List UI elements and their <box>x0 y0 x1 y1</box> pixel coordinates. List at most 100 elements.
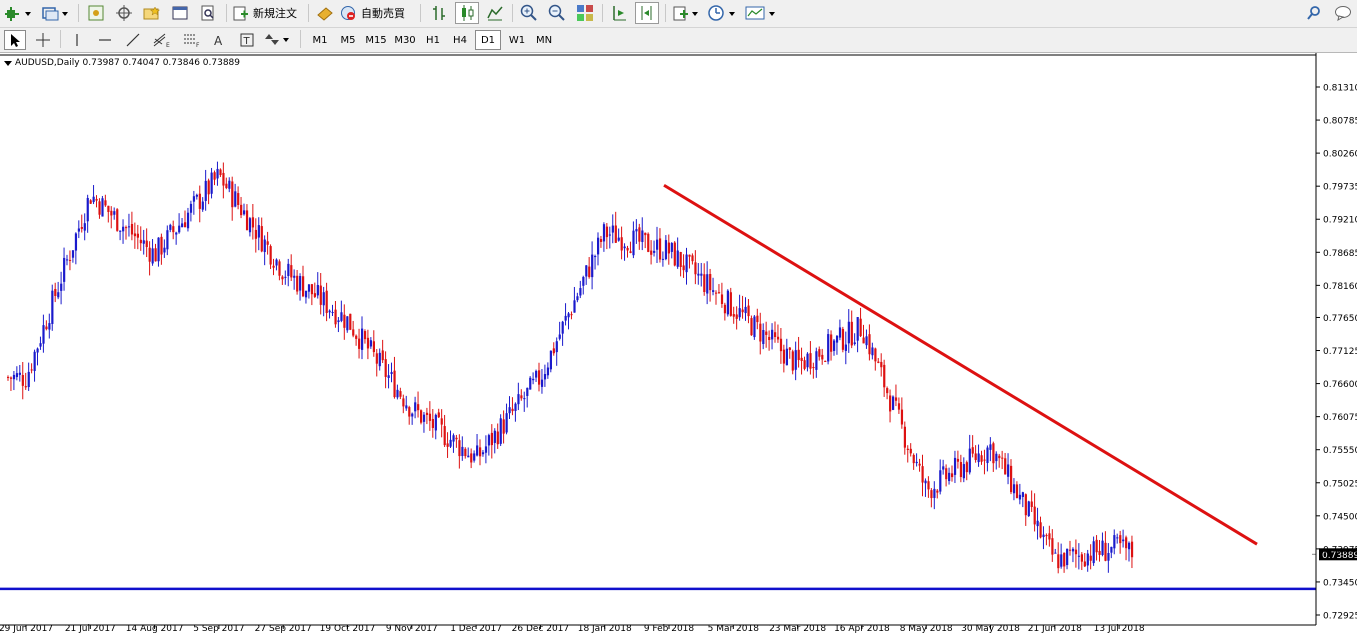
candle-body <box>39 343 42 347</box>
candle-body <box>366 337 370 349</box>
candle-body <box>685 254 688 273</box>
candle-body <box>1057 554 1060 569</box>
candle-body <box>1033 506 1036 525</box>
text-label-tool-button[interactable]: T <box>236 30 258 50</box>
candle-body <box>27 371 30 388</box>
candle-body <box>903 426 906 448</box>
candle-body <box>92 196 95 203</box>
text-tool-button[interactable]: A <box>208 30 230 50</box>
candle-body <box>827 334 830 362</box>
candle-body <box>216 168 219 179</box>
candle-body <box>974 453 977 461</box>
timeframe-w1[interactable]: W1 <box>504 30 530 50</box>
fibonacci-tool-button[interactable]: F <box>180 30 204 50</box>
candle-body <box>673 242 676 266</box>
zoom-out-button[interactable] <box>546 2 568 24</box>
auto-trading-button[interactable]: 自動売買 <box>340 2 412 24</box>
timeframe-m15[interactable]: M15 <box>362 30 390 50</box>
resistance-trendline[interactable] <box>663 183 1258 546</box>
profiles-button[interactable] <box>40 2 70 24</box>
candle-body <box>912 454 915 464</box>
candle-body <box>337 320 340 323</box>
candle-body <box>682 265 685 271</box>
candle-body <box>307 284 311 292</box>
market-watch-button[interactable] <box>86 2 106 24</box>
candle-body <box>1086 553 1089 566</box>
trendline-tool-button[interactable] <box>122 30 144 50</box>
candle-body <box>859 318 862 337</box>
bar-chart-button[interactable] <box>428 2 450 24</box>
vertical-line-tool-button[interactable] <box>66 30 88 50</box>
candle-body <box>555 341 558 353</box>
favorites-button[interactable] <box>142 2 162 24</box>
candle-body <box>753 316 756 338</box>
line-chart-button[interactable] <box>484 2 506 24</box>
ohlc-values: 0.73987 0.74047 0.73846 0.73889 <box>82 58 240 68</box>
candle-body <box>15 373 19 378</box>
candle-body <box>726 290 729 315</box>
candle-body <box>620 237 623 251</box>
search-button[interactable] <box>1304 2 1324 24</box>
strategy-tester-button[interactable] <box>198 2 218 24</box>
candle-body <box>968 448 971 473</box>
timeframe-d1[interactable]: D1 <box>475 30 501 50</box>
horizontal-line-icon <box>99 39 111 41</box>
candle-body <box>322 292 325 306</box>
timeframe-mn[interactable]: MN <box>531 30 557 50</box>
candle-body <box>390 372 393 375</box>
candle-body <box>738 308 741 318</box>
periods-button[interactable] <box>706 2 738 24</box>
candle-body <box>319 285 322 305</box>
tile-windows-button[interactable] <box>574 2 596 24</box>
timeframe-m1[interactable]: M1 <box>307 30 333 50</box>
timeframe-h1[interactable]: H1 <box>420 30 446 50</box>
zoom-in-icon <box>520 4 537 21</box>
candle-body <box>313 293 316 297</box>
zoom-in-button[interactable] <box>518 2 540 24</box>
candle-body <box>449 439 452 447</box>
drawing-toolbar: E F A T M1 M5 M15 M30 H1 H4 D1 W1 MN <box>0 28 1357 53</box>
candle-body <box>425 412 429 415</box>
candle-body <box>1089 555 1092 561</box>
cursor-tool-button[interactable] <box>4 30 26 50</box>
timeframe-h4[interactable]: H4 <box>447 30 473 50</box>
chat-button[interactable] <box>1332 2 1354 24</box>
arrows-tool-button[interactable] <box>262 30 294 50</box>
navigator-button[interactable] <box>114 2 134 24</box>
templates-button[interactable] <box>744 2 778 24</box>
candle-body <box>387 375 390 378</box>
candle-body <box>349 313 352 330</box>
candle-body <box>597 237 600 255</box>
vertical-line-icon <box>76 34 78 46</box>
candle-body <box>1036 520 1039 527</box>
indicators-button[interactable] <box>671 2 701 24</box>
price-chart[interactable]: 0.73889 0.81310 0.80785 0.80260 0.79735 0.79… <box>0 53 1357 641</box>
candle-body <box>594 256 597 258</box>
candle-body <box>650 250 653 255</box>
candle-body <box>712 290 715 292</box>
auto-trading-label: 自動売買 <box>361 7 405 20</box>
timeframe-m30[interactable]: M30 <box>391 30 419 50</box>
dropdown-triangle-icon[interactable] <box>4 59 12 67</box>
auto-scroll-button[interactable] <box>635 2 659 24</box>
crosshair-tool-button[interactable] <box>32 30 54 50</box>
candle-body <box>894 397 898 401</box>
new-order-button[interactable]: 新規注文 <box>232 2 304 24</box>
candle-body <box>440 418 443 425</box>
chart-shift-button[interactable] <box>608 2 630 24</box>
new-order-label: 新規注文 <box>253 7 297 20</box>
candle-body <box>579 288 582 296</box>
terminal-button[interactable] <box>170 2 190 24</box>
candle-body <box>830 334 833 352</box>
horizontal-line-tool-button[interactable] <box>94 30 116 50</box>
new-chart-button[interactable] <box>4 2 34 24</box>
candlestick-button[interactable] <box>455 2 479 24</box>
equidistant-channel-tool-button[interactable]: E <box>150 30 174 50</box>
candle-body <box>508 407 511 414</box>
crosshair-icon <box>36 33 50 47</box>
candle-body <box>136 233 139 238</box>
chart-window[interactable]: 0.73889 0.81310 0.80785 0.80260 0.79735 0.79… <box>0 53 1357 641</box>
timeframe-m5[interactable]: M5 <box>335 30 361 50</box>
candle-body <box>154 248 157 262</box>
metaeditor-button[interactable] <box>314 2 336 24</box>
